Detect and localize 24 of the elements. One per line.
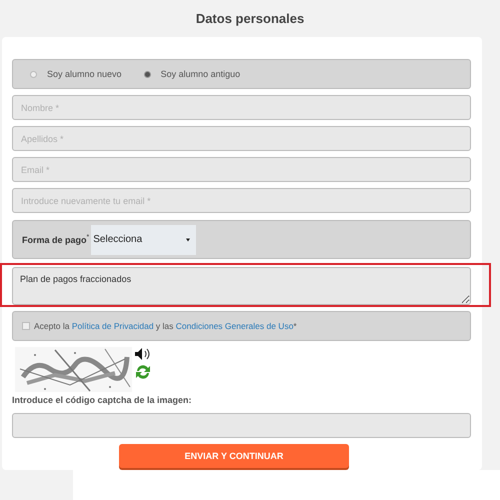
privacy-link[interactable]: Política de Privacidad (72, 321, 154, 331)
terms-link[interactable]: Condiciones Generales de Uso (176, 321, 294, 331)
radio-option[interactable]: Soy alumno antiguo (144, 69, 240, 79)
radio-label: Soy alumno nuevo (47, 69, 122, 79)
radio-icon[interactable] (144, 70, 151, 78)
submit-button[interactable]: ENVIAR Y CONTINUAR (119, 444, 349, 468)
radio-option[interactable]: Soy alumno nuevo (30, 69, 122, 79)
payment-label: Forma de pago$^{*}$ (22, 234, 90, 245)
terms-text: Acepto la Política de Privacidad y las Condiciones Generales de Uso* (34, 321, 297, 331)
notes-textarea[interactable]: Plan de pagos fraccionados (12, 267, 471, 305)
payment-select[interactable]: Selecciona (91, 224, 196, 254)
checkbox[interactable] (22, 322, 30, 330)
text-field[interactable]: Nombre * (12, 95, 471, 120)
text-field[interactable]: Email * (12, 157, 471, 182)
captcha-label: Introduce el código captcha de la imagen: (12, 395, 193, 405)
refresh-icon[interactable] (134, 363, 152, 381)
captcha-field[interactable] (12, 413, 471, 438)
caret-icon (186, 238, 190, 242)
radio-icon[interactable] (30, 70, 37, 78)
text-field[interactable]: Introduce nuevamente tu email * (12, 188, 471, 213)
radio-label: Soy alumno antiguo (160, 69, 240, 79)
form-title: Datos personales (194, 10, 306, 28)
text-field[interactable]: Apellidos * (12, 126, 471, 151)
speaker-icon[interactable] (134, 347, 152, 361)
